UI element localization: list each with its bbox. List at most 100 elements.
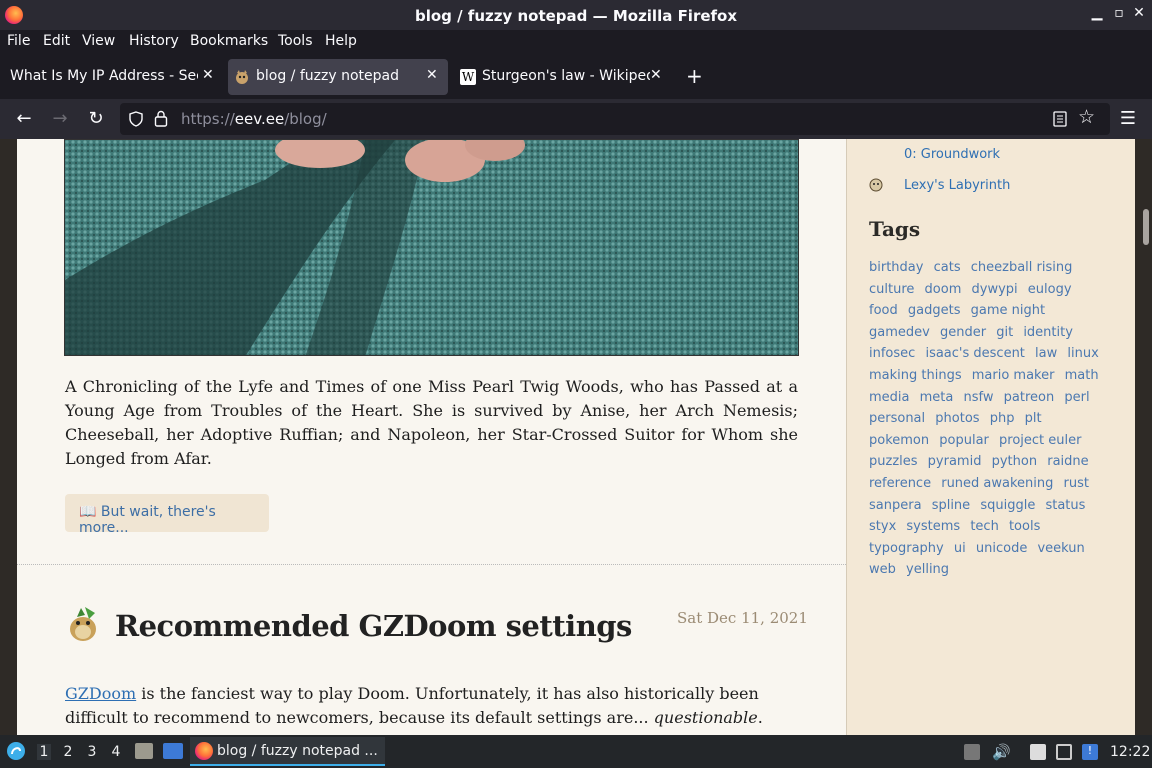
tag-link[interactable]: gender [940, 325, 986, 340]
tag-link[interactable]: personal [869, 411, 925, 426]
tag-link[interactable]: culture [869, 282, 914, 297]
tag-link[interactable]: perl [1064, 390, 1089, 405]
tag-link[interactable]: nsfw [964, 390, 994, 405]
tag-link[interactable]: gadgets [908, 303, 961, 318]
tag-link[interactable]: veekun [1037, 541, 1084, 556]
back-icon[interactable]: ← [12, 107, 36, 131]
tag-link[interactable]: cheezball rising [971, 260, 1073, 275]
tag-link[interactable]: math [1065, 368, 1099, 383]
lock-icon[interactable] [154, 110, 168, 127]
close-window-icon[interactable]: ✕ [1130, 5, 1148, 21]
menu-bookmarks[interactable]: Bookmarks [190, 33, 268, 49]
tag-link[interactable]: mario maker [972, 368, 1055, 383]
tag-link[interactable]: project euler [999, 433, 1081, 448]
url-bar[interactable]: https://eev.ee/blog/ ☆ [120, 103, 1110, 135]
network-icon[interactable] [1056, 744, 1072, 760]
forward-icon[interactable]: → [48, 107, 72, 131]
tab-fuzzy-notepad[interactable]: blog / fuzzy notepad ✕ [228, 59, 448, 95]
menu-tools[interactable]: Tools [278, 33, 313, 49]
notes-tray-icon[interactable] [1030, 744, 1046, 760]
tab-sturgeons-law[interactable]: W Sturgeon's law - Wikiped ✕ [454, 59, 674, 95]
menu-view[interactable]: View [82, 33, 115, 49]
tag-link[interactable]: popular [939, 433, 989, 448]
tag-link[interactable]: web [869, 562, 896, 577]
minimize-icon[interactable]: ▁ [1088, 5, 1106, 21]
tag-link[interactable]: cats [934, 260, 961, 275]
tag-link[interactable]: puzzles [869, 454, 918, 469]
menu-file[interactable]: File [7, 33, 30, 49]
url-text[interactable]: https://eev.ee/blog/ [181, 110, 327, 128]
tag-link[interactable]: meta [920, 390, 954, 405]
tag-link[interactable]: typography [869, 541, 944, 556]
tag-link[interactable]: tools [1009, 519, 1040, 534]
menu-history[interactable]: History [129, 33, 179, 49]
restore-icon[interactable]: ▫ [1110, 5, 1128, 21]
workspace-2[interactable]: 2 [61, 744, 75, 760]
tag-link[interactable]: patreon [1004, 390, 1055, 405]
tag-link[interactable]: linux [1067, 346, 1098, 361]
menu-edit[interactable]: Edit [43, 33, 70, 49]
tag-link[interactable]: infosec [869, 346, 915, 361]
menu-help[interactable]: Help [325, 33, 357, 49]
page-scrollbar[interactable] [1143, 209, 1149, 245]
notifications-icon[interactable]: ! [1082, 744, 1098, 760]
tag-link[interactable]: game night [971, 303, 1045, 318]
new-tab-icon[interactable]: + [686, 64, 703, 88]
tag-link[interactable]: status [1045, 498, 1085, 513]
taskbar-firefox-task[interactable]: blog / fuzzy notepad ... [190, 737, 385, 766]
shield-icon[interactable] [128, 111, 144, 127]
tag-link[interactable]: doom [925, 282, 962, 297]
tag-link[interactable]: eulogy [1028, 282, 1072, 297]
reader-view-icon[interactable] [1053, 111, 1067, 127]
bookmark-star-icon[interactable]: ☆ [1078, 106, 1095, 128]
tag-link[interactable]: birthday [869, 260, 923, 275]
gzdoom-link[interactable]: GZDoom [65, 684, 136, 703]
tag-link[interactable]: yelling [906, 562, 949, 577]
tag-link[interactable]: python [992, 454, 1037, 469]
tag-link[interactable]: reference [869, 476, 931, 491]
tag-link[interactable]: systems [906, 519, 960, 534]
tab-close-icon[interactable]: ✕ [426, 67, 438, 83]
volume-icon[interactable]: 🔊 [992, 744, 1011, 760]
project-link-groundwork[interactable]: 0: Groundwork [904, 147, 1000, 162]
tag-link[interactable]: spline [932, 498, 971, 513]
hamburger-menu-icon[interactable]: ☰ [1116, 107, 1140, 131]
tag-link[interactable]: runed awakening [941, 476, 1053, 491]
workspace-1[interactable]: 1 [37, 744, 51, 760]
tag-link[interactable]: making things [869, 368, 962, 383]
post-title[interactable]: Recommended GZDoom settings [115, 609, 632, 643]
tag-link[interactable]: media [869, 390, 910, 405]
tag-link[interactable]: photos [935, 411, 979, 426]
reload-icon[interactable]: ↻ [84, 107, 108, 131]
tag-link[interactable]: plt [1025, 411, 1042, 426]
tag-link[interactable]: styx [869, 519, 896, 534]
tag-link[interactable]: isaac's descent [925, 346, 1024, 361]
tag-link[interactable]: pyramid [928, 454, 982, 469]
application-menu-icon[interactable] [6, 741, 26, 761]
tag-link[interactable]: dywypi [972, 282, 1018, 297]
tag-link[interactable]: identity [1023, 325, 1073, 340]
tab-ip-address[interactable]: What Is My IP Address - See ✕ [2, 59, 222, 95]
tag-link[interactable]: sanpera [869, 498, 922, 513]
tag-link[interactable]: ui [954, 541, 966, 556]
tag-link[interactable]: php [990, 411, 1015, 426]
workspace-4[interactable]: 4 [109, 744, 123, 760]
read-more-button[interactable]: 📖 But wait, there's more... [65, 494, 269, 536]
tag-link[interactable]: gamedev [869, 325, 930, 340]
tab-close-icon[interactable]: ✕ [202, 67, 214, 83]
tag-link[interactable]: unicode [976, 541, 1027, 556]
workspace-3[interactable]: 3 [85, 744, 99, 760]
tag-link[interactable]: squiggle [980, 498, 1035, 513]
tag-link[interactable]: pokemon [869, 433, 929, 448]
project-link-lexys-labyrinth[interactable]: Lexy's Labyrinth [904, 178, 1010, 193]
clipboard-tray-icon[interactable] [964, 744, 980, 760]
tag-link[interactable]: tech [970, 519, 998, 534]
file-manager-icon[interactable] [135, 743, 153, 759]
tag-link[interactable]: git [996, 325, 1013, 340]
tag-link[interactable]: law [1035, 346, 1057, 361]
tab-close-icon[interactable]: ✕ [650, 67, 662, 83]
tag-link[interactable]: raidne [1047, 454, 1088, 469]
tag-link[interactable]: rust [1064, 476, 1089, 491]
desktop-icon[interactable] [163, 743, 183, 759]
tag-link[interactable]: food [869, 303, 898, 318]
